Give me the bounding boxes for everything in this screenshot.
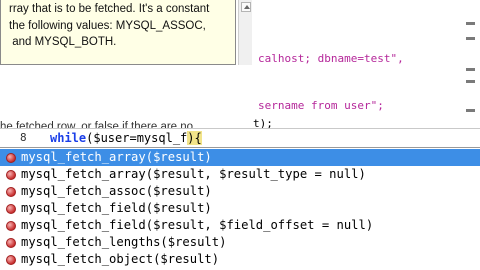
completion-item[interactable]: mysql_fetch_array($result, $result_type … bbox=[0, 166, 480, 183]
completion-item[interactable]: mysql_fetch_lengths($result) bbox=[0, 234, 480, 251]
method-icon bbox=[6, 221, 16, 231]
keyword-while: while bbox=[50, 131, 87, 145]
completion-label: mysql_fetch_lengths($result) bbox=[21, 235, 227, 249]
doc-line: and MYSQL_BOTH. bbox=[9, 36, 117, 48]
scroll-up-icon[interactable] bbox=[241, 2, 251, 12]
completion-item[interactable]: mysql_fetch_array($result) bbox=[0, 149, 480, 166]
overview-marker[interactable] bbox=[466, 68, 475, 71]
method-icon bbox=[6, 170, 16, 180]
overview-marker[interactable] bbox=[466, 37, 475, 40]
method-icon bbox=[6, 187, 16, 197]
line-number: 8 bbox=[20, 131, 27, 144]
code-line-host: calhost; dbname=test", bbox=[258, 52, 404, 65]
completion-list[interactable]: mysql_fetch_array($result) mysql_fetch_a… bbox=[0, 147, 480, 270]
doc-line: rray that is to be fetched. It's a const… bbox=[9, 3, 210, 15]
completion-item[interactable]: mysql_fetch_field($result, $field_offset… bbox=[0, 217, 480, 234]
overview-marker[interactable] bbox=[466, 109, 475, 112]
completion-label: mysql_fetch_array($result, $result_type … bbox=[21, 167, 366, 181]
method-icon bbox=[6, 255, 16, 265]
method-icon bbox=[6, 153, 16, 163]
overview-marker[interactable] bbox=[466, 80, 475, 83]
completion-label: mysql_fetch_field($result) bbox=[21, 201, 212, 215]
completion-label: mysql_fetch_field($result, $field_offset… bbox=[21, 218, 374, 232]
current-line-code[interactable]: while($user=mysql_f){ bbox=[50, 131, 202, 145]
completion-item[interactable]: mysql_fetch_assoc($result) bbox=[0, 183, 480, 200]
method-icon bbox=[6, 204, 16, 214]
overview-marker[interactable] bbox=[466, 22, 475, 25]
completion-label: mysql_fetch_array($result) bbox=[21, 150, 212, 164]
completion-label: mysql_fetch_assoc($result) bbox=[21, 184, 212, 198]
code-line-query: sername from user"; bbox=[258, 99, 384, 112]
auto-closed-brace: ){ bbox=[187, 131, 202, 145]
typed-text: ($user=mysql_f bbox=[86, 131, 188, 145]
documentation-popup: rray that is to be fetched. It's a const… bbox=[0, 0, 236, 65]
completion-item[interactable]: mysql_fetch_object($result) bbox=[0, 251, 480, 268]
method-icon bbox=[6, 238, 16, 248]
completion-label: mysql_fetch_object($result) bbox=[21, 252, 220, 266]
doc-scrollbar[interactable] bbox=[238, 0, 252, 65]
completion-item[interactable]: mysql_fetch_field($result) bbox=[0, 200, 480, 217]
doc-line: the following values: MYSQL_ASSOC, bbox=[9, 20, 206, 32]
